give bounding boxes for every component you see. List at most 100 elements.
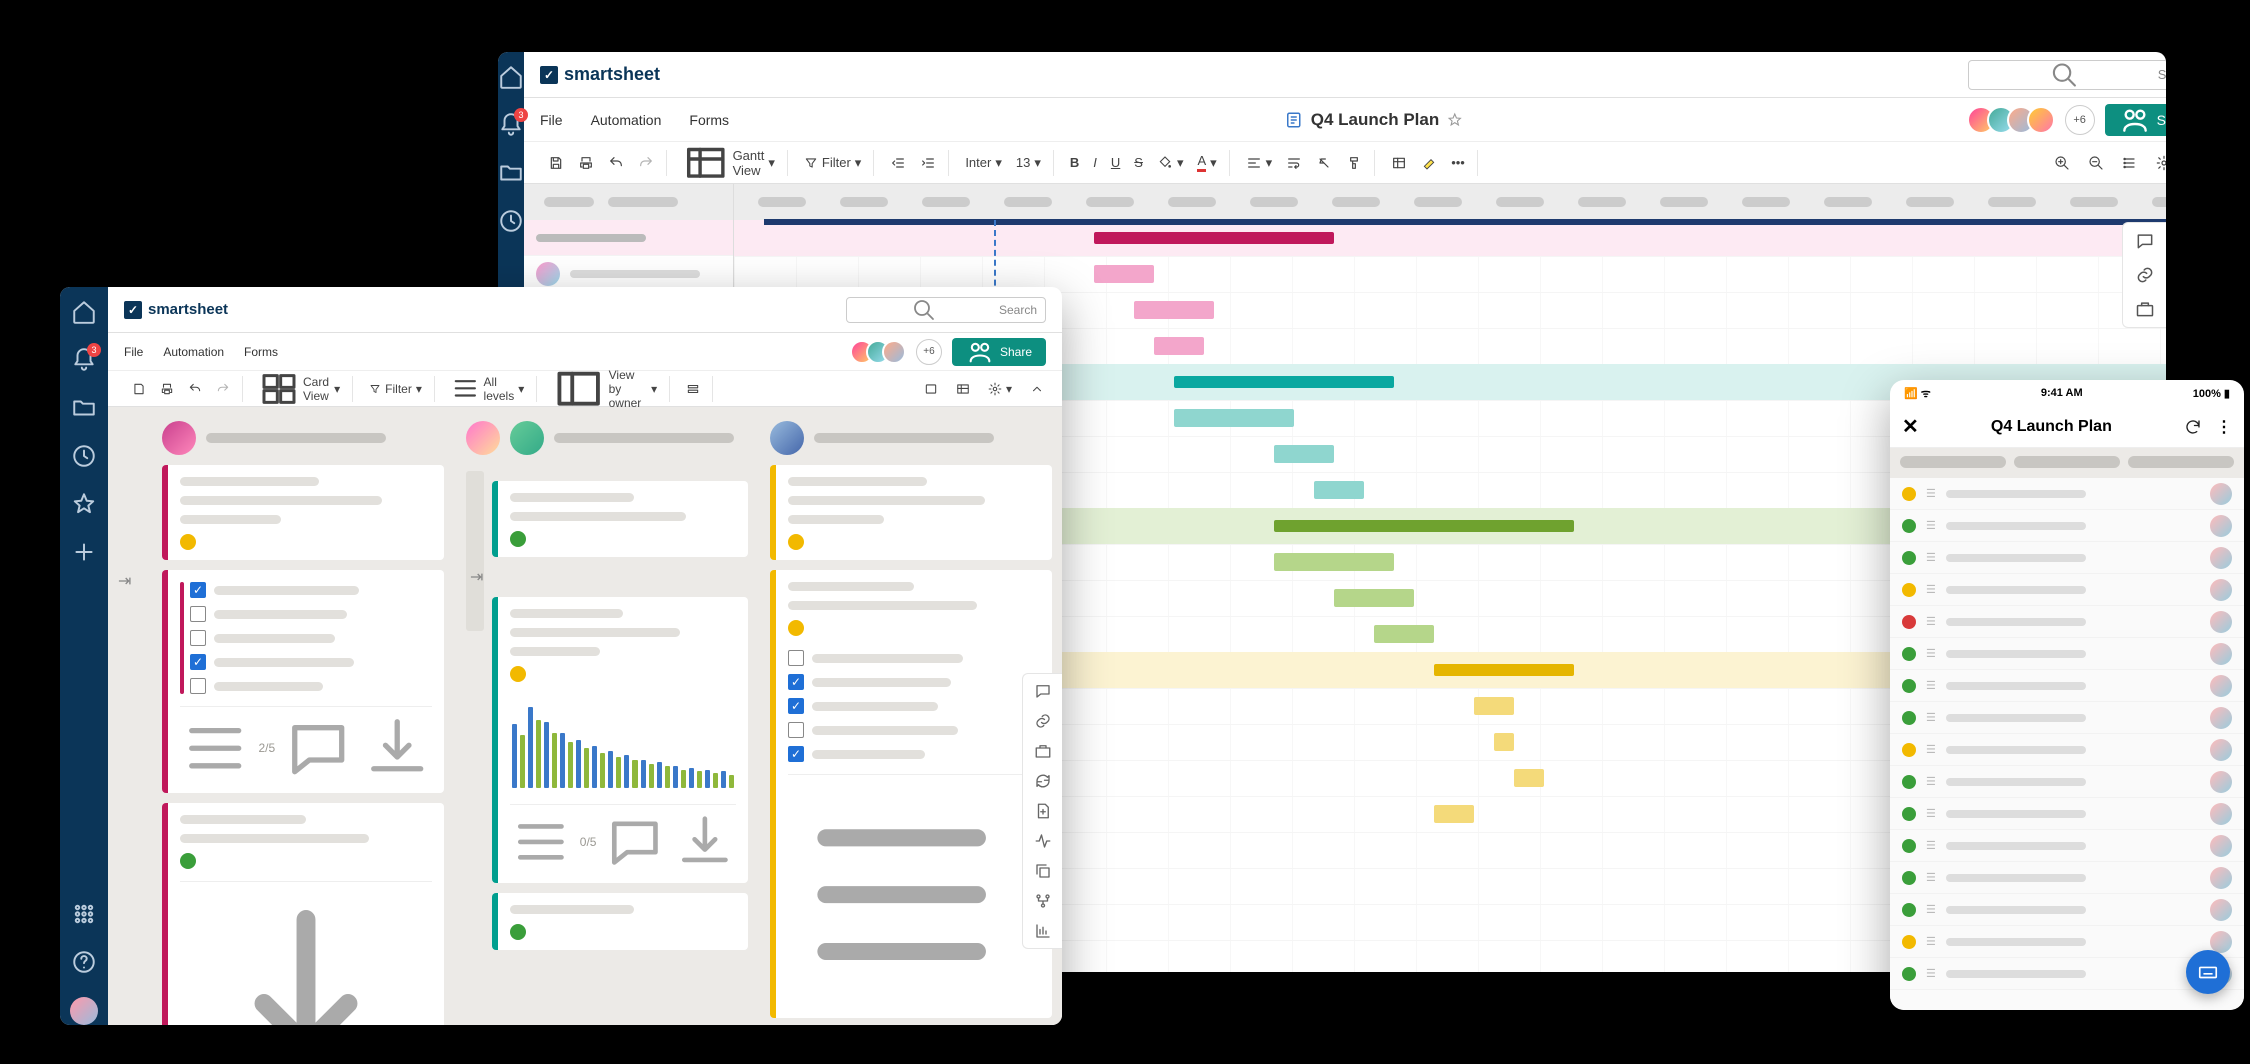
comment-icon[interactable] — [2135, 231, 2155, 251]
checkbox[interactable]: ✓ — [788, 674, 804, 690]
avatar-overflow[interactable]: +6 — [916, 339, 942, 365]
layout-icon[interactable] — [950, 378, 976, 400]
mobile-row[interactable]: ☰ — [1890, 542, 2244, 574]
card[interactable] — [162, 803, 444, 1025]
wrap-icon[interactable] — [1280, 151, 1308, 175]
copy-icon[interactable] — [1034, 862, 1052, 880]
home-icon[interactable] — [498, 64, 524, 90]
card[interactable] — [492, 481, 748, 557]
folder-icon[interactable] — [498, 160, 524, 186]
briefcase-icon[interactable] — [2135, 299, 2155, 319]
redo-icon[interactable] — [210, 378, 236, 400]
apps-icon[interactable] — [71, 901, 97, 927]
avatar-stack[interactable] — [1975, 106, 2055, 134]
expand-lane-icon[interactable]: ⇥ — [118, 571, 140, 591]
help-icon[interactable] — [71, 949, 97, 975]
save-icon[interactable] — [126, 378, 152, 400]
card[interactable]: 0/5 — [492, 597, 748, 883]
mobile-row[interactable]: ☰ — [1890, 830, 2244, 862]
card[interactable] — [770, 465, 1052, 560]
font-selector[interactable]: Inter ▾ — [959, 151, 1008, 175]
font-size-selector[interactable]: 13 ▾ — [1010, 151, 1047, 175]
mobile-row[interactable]: ☰ — [1890, 862, 2244, 894]
gantt-group-row[interactable] — [524, 220, 733, 256]
add-file-icon[interactable] — [1034, 802, 1052, 820]
fill-color-icon[interactable]: ▾ — [1151, 151, 1190, 175]
link-icon[interactable] — [2135, 265, 2155, 285]
redo-icon[interactable] — [632, 151, 660, 175]
mobile-row[interactable]: ☰ — [1890, 734, 2244, 766]
menu-forms[interactable]: Forms — [689, 112, 729, 128]
menu-automation[interactable]: Automation — [163, 345, 224, 359]
bold-icon[interactable]: B — [1064, 151, 1085, 174]
chart-icon[interactable] — [1034, 922, 1052, 940]
indent-icon[interactable] — [914, 151, 942, 175]
print-icon[interactable] — [154, 378, 180, 400]
italic-icon[interactable]: I — [1087, 151, 1103, 174]
checkbox[interactable] — [190, 678, 206, 694]
activity-icon[interactable] — [1034, 832, 1052, 850]
conditional-format-icon[interactable] — [1385, 151, 1413, 175]
mobile-row[interactable]: ☰ — [1890, 894, 2244, 926]
workflow-icon[interactable] — [1034, 892, 1052, 910]
settings-list-icon[interactable] — [2116, 151, 2144, 175]
card[interactable]: ✓ ✓ ✓ 3/5 — [770, 570, 1052, 1018]
chevron-up-icon[interactable] — [1024, 378, 1050, 400]
comment-icon[interactable] — [1034, 682, 1052, 700]
text-color-icon[interactable]: A ▾ — [1191, 149, 1222, 176]
undo-icon[interactable] — [602, 151, 630, 175]
card[interactable] — [492, 893, 748, 950]
gear-icon[interactable]: ▾ — [982, 378, 1018, 400]
lane-collapse[interactable] — [466, 471, 484, 631]
mobile-row[interactable]: ☰ — [1890, 702, 2244, 734]
mobile-tabs[interactable] — [1890, 448, 2244, 478]
undo-icon[interactable] — [182, 378, 208, 400]
card-icon[interactable] — [918, 378, 944, 400]
user-avatar[interactable] — [70, 997, 98, 1025]
home-icon[interactable] — [71, 299, 97, 325]
format-painter-icon[interactable] — [1340, 151, 1368, 175]
checkbox[interactable]: ✓ — [190, 654, 206, 670]
checkbox[interactable]: ✓ — [788, 698, 804, 714]
close-icon[interactable]: ✕ — [1902, 414, 1919, 439]
search-input[interactable]: Search — [846, 297, 1046, 323]
card[interactable]: ✓ ✓ 2/5 — [162, 570, 444, 793]
more-icon[interactable]: ••• — [1445, 151, 1471, 174]
clock-icon[interactable] — [498, 208, 524, 234]
view-selector[interactable]: Card View ▾ — [253, 365, 346, 413]
plus-icon[interactable] — [71, 539, 97, 565]
mobile-row[interactable]: ☰ — [1890, 638, 2244, 670]
mobile-row[interactable]: ☰ — [1890, 574, 2244, 606]
compact-icon[interactable] — [680, 378, 706, 400]
menu-forms[interactable]: Forms — [244, 345, 278, 359]
clear-format-icon[interactable] — [1310, 151, 1338, 175]
checkbox[interactable] — [190, 630, 206, 646]
checkbox[interactable]: ✓ — [190, 582, 206, 598]
highlight-icon[interactable] — [1415, 151, 1443, 175]
mobile-row[interactable]: ☰ — [1890, 606, 2244, 638]
keyboard-fab[interactable] — [2186, 950, 2230, 994]
refresh-icon[interactable] — [2184, 417, 2202, 437]
bell-icon[interactable]: 3 — [71, 347, 97, 373]
mobile-row[interactable]: ☰ — [1890, 766, 2244, 798]
star-icon[interactable] — [1447, 112, 1463, 128]
card-board[interactable]: ⇥ ✓ ✓ — [108, 407, 1062, 1025]
avatar-stack[interactable] — [858, 340, 906, 364]
menu-file[interactable]: File — [124, 345, 143, 359]
share-button[interactable]: Share — [952, 338, 1046, 366]
gear-icon[interactable] — [2150, 151, 2166, 175]
share-button[interactable]: Share — [2105, 104, 2166, 136]
menu-file[interactable]: File — [540, 112, 563, 128]
search-input[interactable]: Search — [1968, 60, 2166, 90]
folder-icon[interactable] — [71, 395, 97, 421]
outdent-icon[interactable] — [884, 151, 912, 175]
refresh-icon[interactable] — [1034, 772, 1052, 790]
card[interactable] — [162, 465, 444, 560]
levels-selector[interactable]: All levels ▾ — [445, 370, 530, 407]
mobile-row[interactable]: ☰ — [1890, 670, 2244, 702]
view-selector[interactable]: Gantt View ▾ — [677, 136, 781, 190]
checkbox[interactable] — [788, 650, 804, 666]
mobile-list[interactable]: ☰ ☰ ☰ ☰ ☰ ☰ ☰ ☰ ☰ ☰ ☰ ☰ ☰ ☰ ☰ ☰ — [1890, 478, 2244, 1010]
link-icon[interactable] — [1034, 712, 1052, 730]
align-icon[interactable]: ▾ — [1240, 151, 1279, 175]
